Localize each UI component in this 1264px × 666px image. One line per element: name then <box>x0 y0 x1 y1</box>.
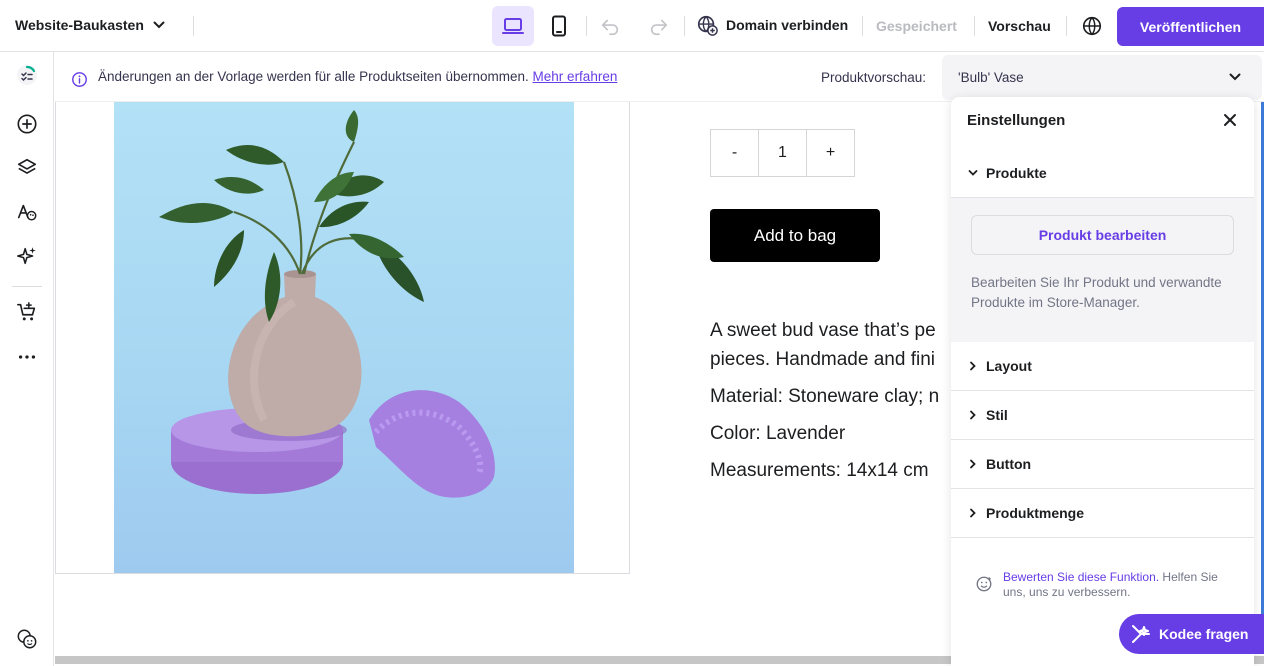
globe-plus-icon <box>697 15 718 36</box>
more-button[interactable] <box>15 345 39 369</box>
product-color: Color: Lavender <box>710 423 846 444</box>
styles-icon <box>17 204 37 221</box>
learn-more-link[interactable]: Mehr erfahren <box>533 69 618 84</box>
section-button[interactable]: Button <box>951 440 1254 489</box>
store-button[interactable] <box>15 300 39 324</box>
edit-product-button[interactable]: Produkt bearbeiten <box>971 215 1234 255</box>
template-info-bar: Änderungen an der Vorlage werden für all… <box>55 52 1264 102</box>
section-layout[interactable]: Layout <box>951 342 1254 391</box>
undo-icon <box>601 19 619 36</box>
ai-tools-icon <box>17 247 36 265</box>
redo-button[interactable] <box>647 14 671 38</box>
product-description-line: A sweet bud vase that’s pe <box>710 320 936 341</box>
mobile-view-button[interactable] <box>538 6 580 46</box>
rate-feature-link[interactable]: Bewerten Sie diese Funktion. <box>1003 570 1159 584</box>
ai-tools-button[interactable] <box>15 244 39 268</box>
connect-domain-label: Domain verbinden <box>726 17 849 33</box>
chevron-down-icon <box>968 170 978 176</box>
add-section-icon <box>17 114 37 134</box>
product-description-line: pieces. Handmade and fini <box>710 349 935 370</box>
site-switcher[interactable]: Website-Baukasten <box>15 17 166 33</box>
section-stil[interactable]: Stil <box>951 391 1254 440</box>
layers-button[interactable] <box>15 156 39 180</box>
section-label: Produktmenge <box>986 505 1085 521</box>
divider <box>12 286 42 287</box>
section-label: Button <box>986 456 1032 472</box>
divider <box>586 16 587 36</box>
connect-domain-button[interactable]: Domain verbinden <box>696 14 848 36</box>
desktop-view-button[interactable] <box>492 6 534 46</box>
product-image-frame[interactable] <box>55 102 630 574</box>
close-icon <box>1224 114 1236 126</box>
product-measurements: Measurements: 14x14 cm <box>710 460 929 481</box>
section-label: Produkte <box>986 165 1047 181</box>
layers-icon <box>17 158 37 174</box>
checklist-icon <box>17 65 37 85</box>
mobile-icon <box>552 15 566 37</box>
divider <box>193 16 194 36</box>
smiley-icon <box>976 576 992 592</box>
chevron-right-icon <box>970 508 976 518</box>
kodee-label: Kodee fragen <box>1159 626 1249 642</box>
emoji-button[interactable] <box>15 627 39 651</box>
product-material: Material: Stoneware clay; n <box>710 386 940 407</box>
language-button[interactable] <box>1080 14 1104 38</box>
divider <box>1066 16 1067 36</box>
preview-button[interactable]: Vorschau <box>988 18 1051 34</box>
chevron-right-icon <box>970 459 976 469</box>
redo-icon <box>650 19 668 36</box>
undo-button[interactable] <box>598 14 622 38</box>
kodee-sparkle-icon <box>1132 625 1150 643</box>
add-section-button[interactable] <box>15 112 39 136</box>
chevron-right-icon <box>970 361 976 371</box>
globe-icon <box>1082 16 1102 36</box>
section-label: Layout <box>986 358 1032 374</box>
checklist-button[interactable] <box>15 63 39 87</box>
store-cart-icon <box>17 302 36 321</box>
chevron-down-icon <box>153 21 165 29</box>
kodee-assistant-button[interactable]: Kodee fragen <box>1119 614 1264 654</box>
info-message: Änderungen an der Vorlage werden für all… <box>98 69 617 84</box>
section-produktmenge[interactable]: Produktmenge <box>951 489 1254 538</box>
divider <box>974 16 975 36</box>
section-produkte[interactable]: Produkte <box>951 149 1254 198</box>
divider <box>862 16 863 36</box>
product-preview-value: 'Bulb' Vase <box>958 70 1024 85</box>
edit-product-description: Bearbeiten Sie Ihr Produkt und verwandte… <box>971 275 1222 310</box>
produkte-section-body: Produkt bearbeiten Bearbeiten Sie Ihr Pr… <box>951 198 1254 342</box>
product-image <box>114 102 574 573</box>
close-panel-button[interactable] <box>1221 111 1239 129</box>
chevron-right-icon <box>970 410 976 420</box>
styles-button[interactable] <box>15 200 39 224</box>
settings-panel: Einstellungen Produkte Produkt bearbeite… <box>951 97 1254 666</box>
panel-title: Einstellungen <box>967 112 1066 129</box>
emoji-icon <box>17 629 37 649</box>
product-preview-label: Produktvorschau: <box>821 70 927 85</box>
quantity-stepper: - 1 + <box>710 129 855 177</box>
site-title: Website-Baukasten <box>15 17 144 33</box>
top-bar: Website-Baukasten Domain verbinden Gespe… <box>0 0 1264 52</box>
qty-increase-button[interactable]: + <box>806 129 855 177</box>
product-preview-select[interactable]: 'Bulb' Vase <box>942 55 1262 100</box>
info-message-text: Änderungen an der Vorlage werden für all… <box>98 69 529 84</box>
section-label: Stil <box>986 407 1008 423</box>
left-sidebar <box>0 52 54 666</box>
qty-decrease-button[interactable]: - <box>710 129 759 177</box>
feedback-note: Bewerten Sie diese Funktion. Helfen Sie … <box>1003 570 1243 600</box>
more-icon <box>18 355 36 359</box>
chevron-down-icon <box>1229 73 1241 81</box>
qty-value[interactable]: 1 <box>758 129 807 177</box>
add-to-bag-button[interactable]: Add to bag <box>710 209 880 262</box>
publish-button[interactable]: Veröffentlichen <box>1117 7 1264 46</box>
divider <box>684 16 685 36</box>
info-icon <box>72 72 87 87</box>
saved-status: Gespeichert <box>876 18 957 34</box>
desktop-icon <box>502 18 524 34</box>
